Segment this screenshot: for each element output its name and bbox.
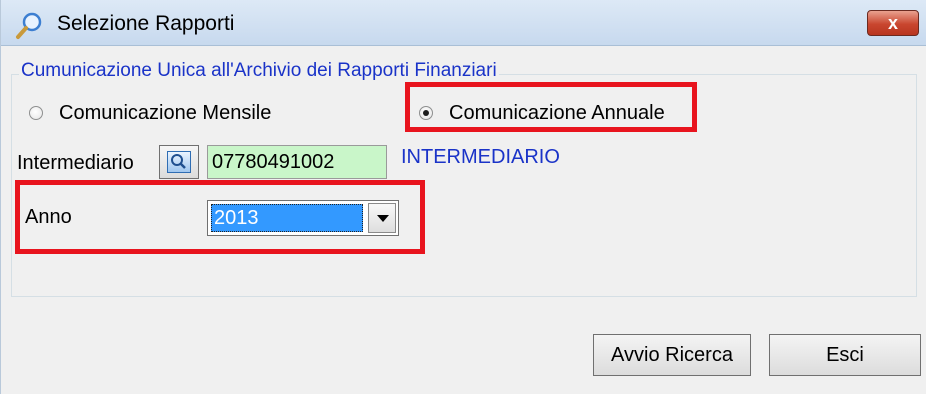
search-icon (15, 12, 43, 40)
highlight-anno (15, 180, 425, 254)
esci-button[interactable]: Esci (769, 334, 921, 376)
avvio-ricerca-label: Avvio Ricerca (611, 344, 733, 366)
selezione-rapporti-window: Selezione Rapporti x Cumunicazione Unica… (0, 0, 926, 394)
intermediario-lookup-button[interactable] (159, 145, 199, 179)
esci-label: Esci (826, 344, 864, 366)
avvio-ricerca-button[interactable]: Avvio Ricerca (593, 334, 751, 376)
highlight-annuale (405, 82, 697, 132)
magnifier-icon (167, 151, 191, 173)
close-button[interactable]: x (867, 10, 919, 36)
title-bar: Selezione Rapporti x (1, 0, 926, 46)
groupbox-legend: Cumunicazione Unica all'Archivio dei Rap… (19, 60, 499, 82)
radio-label-mensile: Comunicazione Mensile (59, 102, 272, 124)
intermediario-code-field[interactable]: 07780491002 (207, 145, 387, 179)
radio-dot[interactable] (29, 106, 43, 120)
window-title: Selezione Rapporti (57, 12, 235, 35)
close-icon: x (887, 13, 898, 33)
intermediario-code-value: 07780491002 (212, 151, 335, 173)
intermediario-label: Intermediario (17, 152, 134, 174)
intermediario-name: INTERMEDIARIO (401, 146, 560, 168)
